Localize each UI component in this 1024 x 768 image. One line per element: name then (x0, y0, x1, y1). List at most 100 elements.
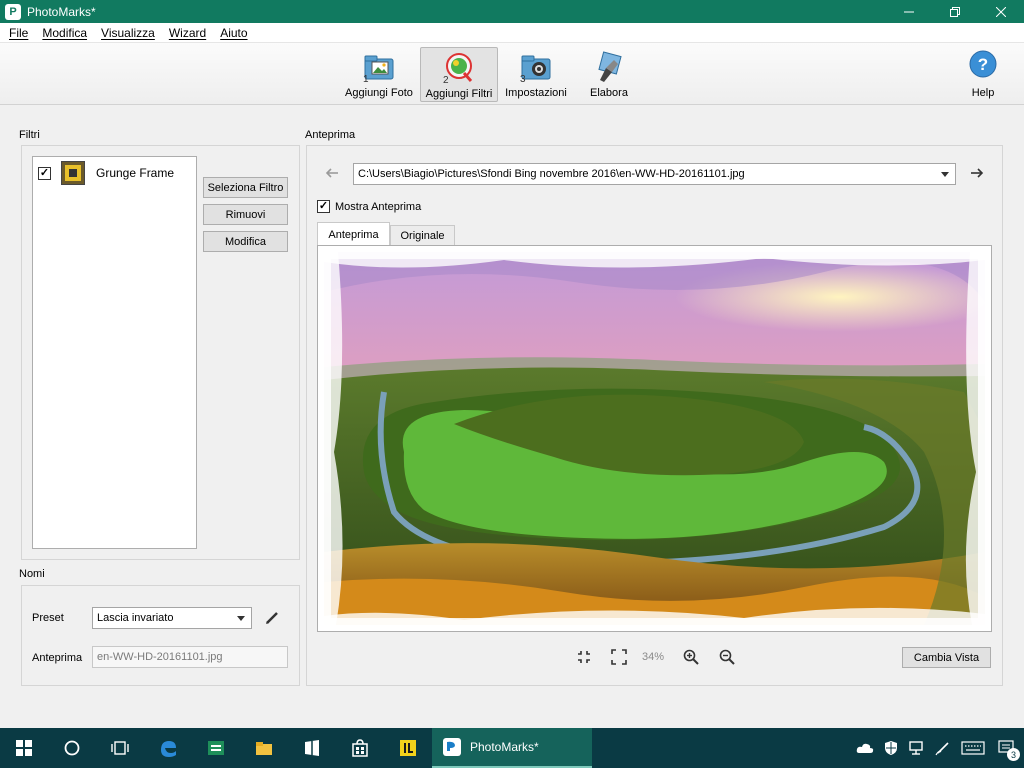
show-preview-checkbox[interactable]: ✓ (317, 200, 330, 213)
taskbar-edge[interactable] (144, 728, 192, 768)
tab-originale[interactable]: Originale (390, 225, 455, 246)
show-preview-label: Mostra Anteprima (335, 200, 422, 213)
preview-section-label: Anteprima (305, 129, 356, 141)
store-bag-icon (352, 739, 368, 757)
taskbar-yellow-app[interactable] (384, 728, 432, 768)
taskbar-app-white[interactable] (288, 728, 336, 768)
help-icon: ? (966, 50, 1000, 84)
preset-select[interactable]: Lascia invariato (92, 607, 252, 629)
taskbar-store[interactable] (336, 728, 384, 768)
title-bar: P PhotoMarks* (0, 0, 1024, 23)
grunge-frame-thumbnail-icon (61, 161, 85, 185)
menu-bar: File Modifica Visualizza Wizard Aiuto (0, 23, 1024, 43)
defender-button[interactable] (878, 728, 904, 768)
document-icon (305, 740, 319, 756)
zoom-out-icon (719, 649, 735, 665)
pencil-icon (266, 612, 278, 624)
fit-window-icon (578, 651, 590, 663)
image-path-select[interactable]: C:\Users\Biagio\Pictures\Sfondi Bing nov… (353, 163, 956, 185)
filter-list[interactable]: ✓ Grunge Frame (32, 156, 197, 549)
expand-icon (611, 649, 627, 665)
edge-icon (161, 741, 176, 757)
restore-icon (950, 6, 960, 17)
step-aggiungi-foto-button[interactable]: 1 Aggiungi Foto (342, 47, 416, 102)
step-impostazioni-label: Impostazioni (505, 87, 567, 99)
toolbar: 1 Aggiungi Foto 2 Aggiungi Filtri 3 Impo… (0, 43, 1024, 105)
action-center-button[interactable]: 3 (990, 728, 1024, 768)
taskbar-explorer[interactable] (240, 728, 288, 768)
onedrive-button[interactable] (852, 728, 878, 768)
taskbar-store-app[interactable] (192, 728, 240, 768)
filter-checkbox[interactable]: ✓ (38, 166, 51, 180)
cloud-icon (856, 743, 874, 753)
cortana-button[interactable] (48, 728, 96, 768)
preview-name-field[interactable]: en-WW-HD-20161101.jpg (92, 646, 288, 668)
menu-aiuto[interactable]: Aiuto (213, 26, 254, 40)
chevron-down-icon (237, 616, 245, 621)
svg-text:?: ? (978, 55, 988, 74)
keyboard-button[interactable] (956, 728, 990, 768)
tab-anteprima[interactable]: Anteprima (317, 222, 390, 246)
network-button[interactable] (904, 728, 930, 768)
app-logo-icon: P (5, 3, 21, 20)
keyboard-icon (961, 741, 985, 755)
change-view-button[interactable]: Cambia Vista (902, 647, 991, 668)
process-icon (592, 50, 626, 84)
preview-name-label: Anteprima (32, 652, 83, 664)
task-view-button[interactable] (96, 728, 144, 768)
list-item[interactable]: ✓ Grunge Frame (33, 157, 196, 189)
yellow-app-icon (400, 740, 416, 756)
zoom-in-button[interactable] (682, 648, 700, 666)
edit-preset-button[interactable] (264, 610, 280, 626)
step-aggiungi-filtri-button[interactable]: 2 Aggiungi Filtri (420, 47, 498, 102)
minimize-icon (904, 11, 914, 12)
filter-icon: 2 (442, 51, 476, 86)
menu-wizard[interactable]: Wizard (162, 26, 213, 40)
back-button[interactable] (323, 164, 341, 182)
svg-text:3: 3 (520, 74, 526, 84)
step-elabora-button[interactable]: Elabora (580, 47, 638, 102)
step-aggiungi-foto-label: Aggiungi Foto (345, 87, 413, 99)
menu-visualizza[interactable]: Visualizza (94, 26, 162, 40)
edit-filter-button[interactable]: Modifica (203, 231, 288, 252)
fit-window-button[interactable] (575, 648, 593, 666)
preset-label: Preset (32, 612, 64, 624)
step-impostazioni-button[interactable]: 3 Impostazioni (502, 47, 570, 102)
shield-icon (885, 741, 897, 755)
arrow-right-icon (971, 168, 984, 178)
folder-icon (256, 742, 272, 755)
task-view-icon (111, 741, 129, 755)
menu-file[interactable]: File (0, 26, 35, 40)
menu-modifica[interactable]: Modifica (35, 26, 94, 40)
forward-button[interactable] (968, 164, 986, 182)
spreadsheet-icon (208, 741, 224, 755)
show-preview-toggle[interactable]: ✓ Mostra Anteprima (317, 200, 421, 213)
image-path-value: C:\Users\Biagio\Pictures\Sfondi Bing nov… (358, 168, 745, 180)
arrow-left-icon (325, 168, 338, 178)
select-filter-button[interactable]: Seleziona Filtro (203, 177, 288, 198)
taskbar: PhotoMarks* 3 (0, 728, 1024, 768)
preview-image (324, 252, 985, 625)
actual-size-button[interactable] (610, 648, 628, 666)
zoom-in-icon (683, 649, 699, 665)
start-button[interactable] (0, 728, 48, 768)
network-icon (909, 741, 923, 755)
remove-filter-button[interactable]: Rimuovi (203, 204, 288, 225)
taskbar-photomarks[interactable]: PhotoMarks* (432, 728, 592, 768)
help-button[interactable]: ? Help (962, 47, 1004, 102)
close-button[interactable] (978, 0, 1024, 23)
svg-text:2: 2 (443, 75, 449, 85)
windows-icon (16, 740, 32, 756)
minimize-button[interactable] (886, 0, 932, 23)
pen-button[interactable] (930, 728, 956, 768)
close-icon (996, 6, 1006, 17)
preset-value: Lascia invariato (97, 612, 174, 624)
filters-section-label: Filtri (19, 129, 40, 141)
maximize-button[interactable] (932, 0, 978, 23)
zoom-out-button[interactable] (718, 648, 736, 666)
help-label: Help (971, 87, 995, 99)
settings-camera-icon: 3 (519, 50, 553, 85)
step-elabora-label: Elabora (590, 87, 628, 99)
pen-icon (935, 742, 949, 756)
system-tray: 3 (852, 728, 1024, 768)
